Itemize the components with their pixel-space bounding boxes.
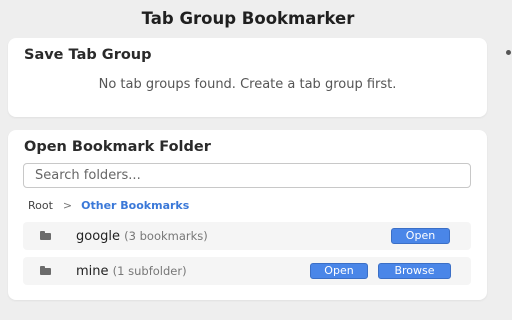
breadcrumb-root[interactable]: Root <box>28 199 53 212</box>
scroll-indicator <box>506 50 511 55</box>
folder-name: mine <box>76 264 109 279</box>
open-mine-button[interactable]: Open <box>310 263 368 279</box>
folder-label: mine (1 subfolder) <box>76 263 187 280</box>
open-bookmark-folder-title: Open Bookmark Folder <box>24 139 211 155</box>
folder-meta: (3 bookmarks) <box>124 229 208 243</box>
popup-page: Tab Group Bookmarker Save Tab Group No t… <box>0 0 512 320</box>
save-tab-group-card: Save Tab Group No tab groups found. Crea… <box>8 38 487 117</box>
app-title: Tab Group Bookmarker <box>141 9 355 28</box>
breadcrumb-separator: > <box>62 199 73 212</box>
open-bookmark-folder-card: Open Bookmark Folder Root > Other Bookmark… <box>8 130 487 300</box>
folder-name: google <box>76 229 121 244</box>
browse-mine-button[interactable]: Browse <box>378 263 451 279</box>
search-folders-input[interactable] <box>23 163 471 188</box>
breadcrumb-current[interactable]: Other Bookmarks <box>81 199 189 212</box>
folder-icon <box>40 231 51 240</box>
folder-row-mine: mine (1 subfolder) Open Browse <box>23 257 471 285</box>
open-google-button[interactable]: Open <box>391 228 450 244</box>
folder-icon <box>40 266 51 275</box>
folder-row-google: google (3 bookmarks) Open <box>23 222 471 250</box>
no-tab-groups-message: No tab groups found. Create a tab group … <box>98 77 397 92</box>
save-tab-group-title: Save Tab Group <box>24 47 152 63</box>
folder-meta: (1 subfolder) <box>112 264 187 278</box>
breadcrumb: Root > Other Bookmarks <box>28 199 189 213</box>
folder-label: google (3 bookmarks) <box>76 228 208 245</box>
